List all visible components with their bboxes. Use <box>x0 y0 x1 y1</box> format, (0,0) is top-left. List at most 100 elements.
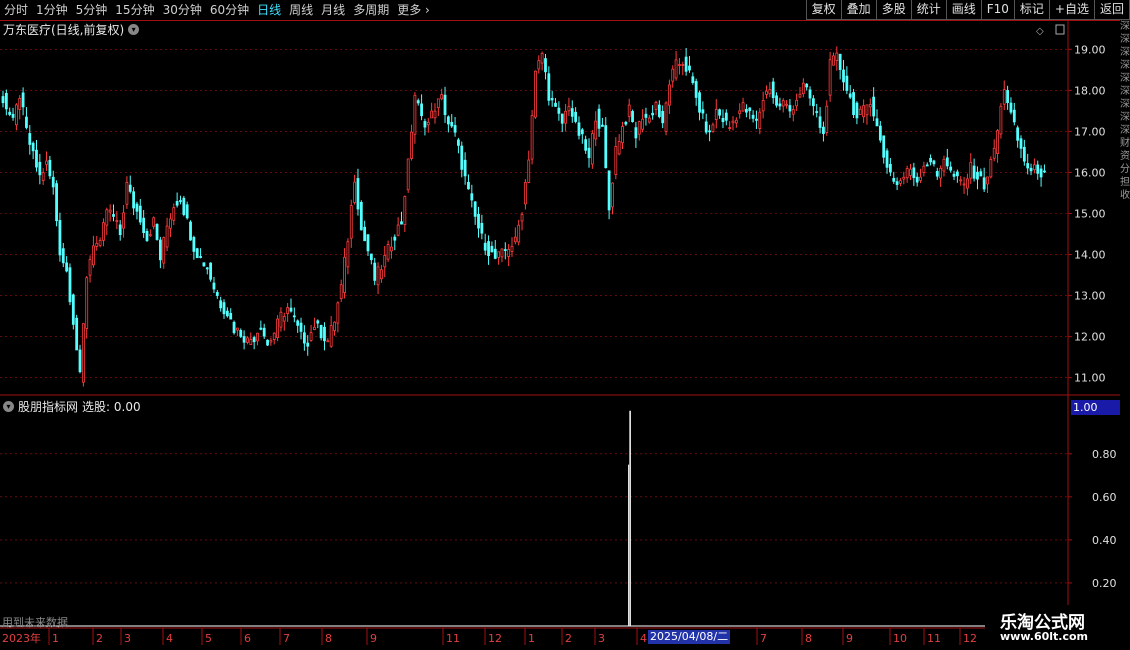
candle <box>557 101 561 121</box>
x-month-label: 3 <box>124 632 131 645</box>
candle <box>698 90 701 121</box>
x-month-label: 7 <box>283 632 290 645</box>
candle <box>718 108 722 119</box>
candle <box>339 279 343 302</box>
candle <box>811 95 815 116</box>
x-month-label: 8 <box>805 632 812 645</box>
candle <box>731 116 735 131</box>
candle <box>299 317 303 340</box>
y-tick-label: 18.00 <box>1074 84 1106 97</box>
candle <box>875 109 879 127</box>
candle <box>671 65 675 88</box>
candle <box>828 51 832 102</box>
cursor-date-label: 2025/04/08/二 <box>648 630 731 644</box>
candle <box>28 125 32 155</box>
candle <box>530 109 534 165</box>
candle <box>865 104 869 125</box>
candle <box>708 124 711 142</box>
candle <box>544 53 547 80</box>
candle <box>1026 153 1030 175</box>
candle <box>952 170 956 181</box>
candle <box>92 235 95 268</box>
candle <box>755 110 758 130</box>
candle <box>145 228 149 243</box>
candle <box>932 159 936 167</box>
candle <box>1032 158 1036 174</box>
candle <box>349 199 353 248</box>
x-month-label: 8 <box>325 632 332 645</box>
candle <box>406 158 410 193</box>
candle <box>570 100 574 123</box>
candle <box>25 107 28 130</box>
y-tick-label: 14.00 <box>1074 249 1106 262</box>
candle <box>895 177 899 191</box>
candle <box>966 173 969 196</box>
candle <box>333 321 336 336</box>
candle <box>520 212 524 231</box>
candle <box>564 103 567 132</box>
x-month-label: 6 <box>244 632 251 645</box>
candle <box>95 235 99 251</box>
candle <box>313 317 316 331</box>
y-tick-label: 12.00 <box>1074 331 1106 344</box>
candle <box>323 322 326 351</box>
candle <box>955 169 959 183</box>
candle <box>835 46 839 71</box>
candle <box>152 216 156 230</box>
candle <box>219 296 223 312</box>
candle <box>644 107 648 126</box>
candle <box>497 251 501 265</box>
candle <box>51 170 55 195</box>
chevron-down-icon[interactable]: ▾ <box>3 401 14 412</box>
candle <box>266 339 269 347</box>
x-month-label: 10 <box>893 632 907 645</box>
candle <box>724 109 728 126</box>
side-panel-edge[interactable]: 深深深深深深深深深财资分担收 <box>1120 20 1130 650</box>
candle <box>641 109 644 133</box>
candle <box>118 220 122 241</box>
candle <box>577 116 581 140</box>
candle <box>878 121 882 143</box>
candle <box>393 234 397 251</box>
candle <box>457 137 460 154</box>
candle <box>366 234 370 256</box>
candle <box>688 56 691 73</box>
candle <box>426 117 430 133</box>
candle <box>21 87 25 116</box>
candle <box>845 66 849 95</box>
x-month-label: 9 <box>846 632 853 645</box>
candle <box>48 155 52 180</box>
candle <box>621 121 624 149</box>
candle <box>380 264 383 283</box>
x-month-label: 2 <box>565 632 572 645</box>
kline-chart[interactable]: 19.00 18.00 17.00 16.00 15.00 14.00 13.00 12.00… <box>0 0 1120 650</box>
candle <box>493 239 497 260</box>
candle <box>701 101 705 120</box>
candle <box>189 220 192 241</box>
candle <box>959 176 963 186</box>
x-month-label: 1 <box>52 632 59 645</box>
candle <box>1036 160 1040 180</box>
candle <box>862 99 866 123</box>
candle <box>450 114 454 128</box>
candle <box>517 219 521 246</box>
candle <box>738 103 742 119</box>
candle <box>8 107 12 117</box>
candle <box>848 85 852 100</box>
candle <box>249 332 253 346</box>
x-month-label: 4 <box>166 632 173 645</box>
candle <box>169 213 172 238</box>
candle <box>748 107 752 120</box>
candle <box>58 212 62 262</box>
candle <box>778 97 782 111</box>
candle <box>734 117 738 128</box>
candle <box>430 102 434 119</box>
candle <box>534 70 537 119</box>
candle <box>664 101 668 136</box>
candle <box>242 330 246 350</box>
candle <box>88 255 92 283</box>
candle <box>75 314 79 351</box>
x-month-label: 1 <box>528 632 535 645</box>
candle <box>289 298 293 313</box>
candle <box>647 114 651 124</box>
